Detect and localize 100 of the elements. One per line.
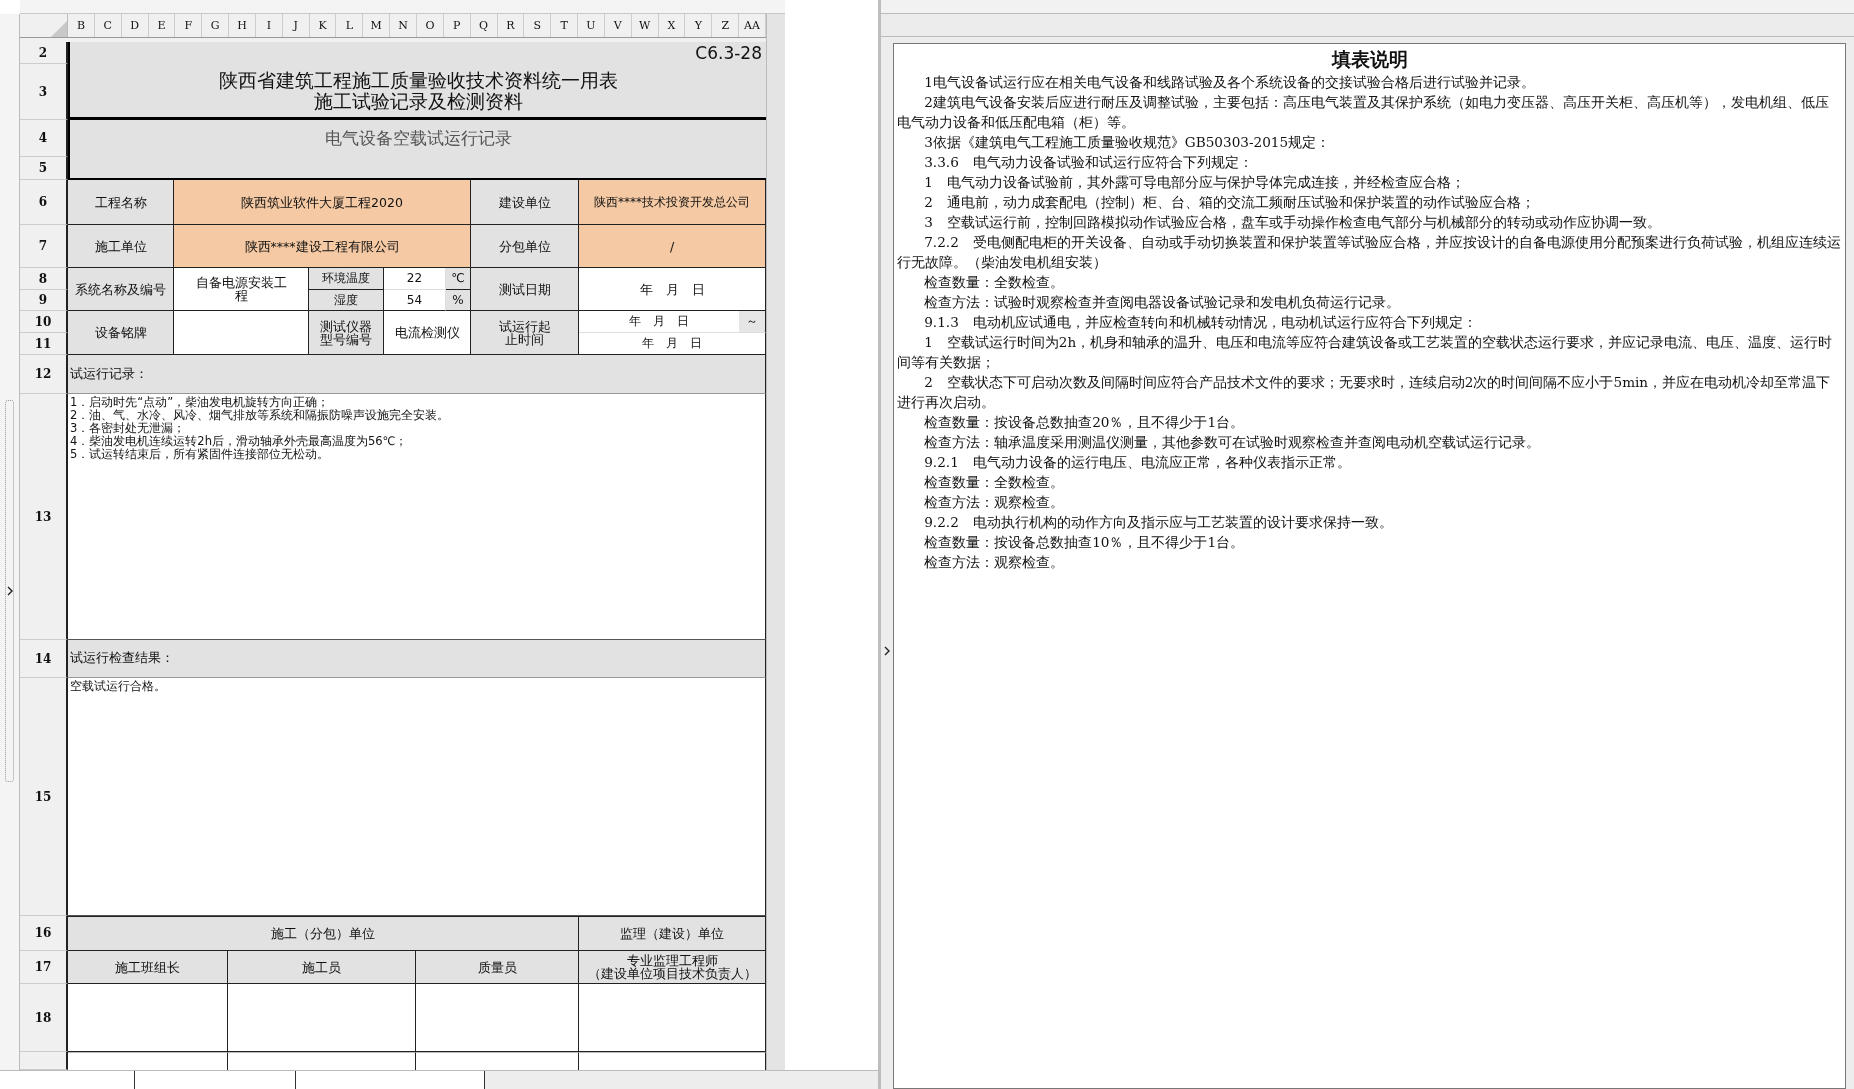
column-header[interactable]: B — [68, 14, 95, 37]
column-header[interactable]: N — [390, 14, 417, 37]
instruction-paragraph: 3 空载试运行前，控制回路模拟动作试验应合格，盘车或手动操作检查电气部分与机械部分的转动或动作应协调一致。 — [923, 213, 1662, 232]
unit-label: ℃ — [446, 268, 471, 290]
section-label: 试运行记录： — [68, 355, 766, 394]
signature-field[interactable] — [416, 984, 579, 1052]
instruction-paragraph: 检查数量：按设备总数抽查20％，且不得少于1台。 — [923, 413, 1246, 432]
field-label: 测试日期 — [471, 268, 579, 311]
system-field[interactable]: 自备电源安装工程 — [174, 268, 309, 311]
field-label: 设备铭牌 — [68, 311, 174, 355]
form-title: 陕西省建筑工程施工质量验收技术资料统一用表 施工试验记录及检测资料 — [68, 64, 766, 120]
field-label: 环境温度 — [309, 268, 384, 290]
project-name-field[interactable]: 陕西筑业软件大厦工程2020 — [174, 180, 471, 225]
row-number[interactable]: 15 — [20, 678, 68, 916]
humidity-field[interactable]: 54 — [384, 290, 446, 311]
column-header[interactable]: G — [202, 14, 230, 37]
splitter-handle[interactable] — [0, 14, 20, 1070]
column-header[interactable]: Y — [685, 14, 713, 37]
field-label: 测试仪器型号编号 — [309, 311, 384, 355]
builder-field[interactable]: 陕西****技术投资开发总公司 — [579, 180, 766, 225]
scrollbar[interactable] — [766, 14, 785, 1070]
row-number[interactable]: 4 — [20, 120, 68, 157]
row-number[interactable]: 14 — [20, 640, 68, 678]
instruction-paragraph: 检查方法：观察检查。 — [923, 553, 1066, 572]
column-heading: 专业监理工程师 （建设单位项目技术负责人） — [579, 951, 766, 984]
chevron-right-icon[interactable] — [6, 586, 13, 596]
column-header[interactable]: D — [121, 14, 149, 37]
row-number[interactable]: 6 — [20, 180, 68, 225]
column-header[interactable]: L — [336, 14, 364, 37]
signature-field[interactable] — [68, 984, 228, 1052]
row-number[interactable]: 3 — [20, 64, 68, 120]
row-number[interactable]: 8 — [20, 268, 68, 290]
column-header[interactable]: F — [175, 14, 203, 37]
nameplate-field[interactable] — [174, 311, 309, 355]
column-header[interactable]: AA — [739, 14, 766, 37]
field-label: 湿度 — [309, 290, 384, 311]
column-heading: 施工员 — [228, 951, 416, 984]
range-separator: ～ — [739, 311, 765, 332]
instruction-paragraph: 检查数量：全数检查。 — [923, 473, 1066, 492]
column-header[interactable]: Q — [470, 14, 498, 37]
column-header[interactable]: Z — [712, 14, 740, 37]
column-header[interactable]: W — [631, 14, 659, 37]
result-text[interactable]: 空载试运行合格。 — [68, 678, 766, 916]
row-number[interactable]: 7 — [20, 225, 68, 268]
signature-field[interactable] — [228, 984, 416, 1052]
row-number[interactable]: 16 — [20, 916, 68, 951]
end-date-field[interactable]: 年 月 日 — [579, 333, 766, 355]
instruction-paragraph: 1 电气动力设备试验前，其外露可导电部分应与保护导体完成连接，并经检查应合格； — [923, 173, 1466, 192]
instrument-field[interactable]: 电流检测仪 — [384, 311, 471, 355]
column-header[interactable]: I — [255, 14, 283, 37]
instruction-paragraph: 检查方法：试验时观察检查并查阅电器设备试验记录和发电机负荷运行记录。 — [923, 293, 1402, 312]
instruction-paragraph: 2建筑电气设备安装后应进行耐压及调整试验，主要包括：高压电气装置及其保护系统（如电力变压器、高压开关柜、高压机等），发电机组、低压电气动力设备和低压配电箱（柜）等。 — [897, 93, 1830, 132]
form-code: C6.3-28 — [68, 42, 766, 64]
contractor-field[interactable]: 陕西****建设工程有限公司 — [174, 225, 471, 268]
row-number[interactable]: 18 — [20, 984, 68, 1052]
unit-label: % — [446, 290, 471, 311]
column-header[interactable]: C — [94, 14, 122, 37]
row-number[interactable]: 11 — [20, 333, 68, 355]
instruction-paragraph: 检查方法：观察检查。 — [923, 493, 1066, 512]
column-header[interactable]: K — [309, 14, 337, 37]
column-header[interactable]: V — [604, 14, 632, 37]
record-text[interactable]: 1．启动时先“点动”，柴油发电机旋转方向正确； 2．油、气、水冷、风冷、烟气排放等系统和隔振防噪声设施完全安装。 3．各密封处无泄漏； 4．柴油发电机连续运转2h后，滑动轴承外壳最高温度为56℃； 5．试运转结束后，所有紧固件连接部位无松动。 — [68, 394, 766, 640]
field-label: 分包单位 — [471, 225, 579, 268]
column-header[interactable]: U — [578, 14, 605, 37]
column-header[interactable]: X — [658, 14, 686, 37]
row-number[interactable]: 5 — [20, 157, 68, 180]
column-heading: 施工（分包）单位 — [68, 916, 579, 951]
test-date-field[interactable]: 年 月 日 — [579, 268, 766, 311]
column-header[interactable]: P — [443, 14, 471, 37]
column-header[interactable]: M — [363, 14, 391, 37]
column-header[interactable]: O — [417, 14, 444, 37]
column-header[interactable]: E — [148, 14, 176, 37]
signature-field[interactable] — [579, 984, 766, 1052]
subcontractor-field[interactable]: / — [579, 225, 766, 268]
row-number[interactable]: 12 — [20, 355, 68, 394]
column-header[interactable]: R — [497, 14, 525, 37]
row-number[interactable]: 13 — [20, 394, 68, 640]
row-number[interactable]: 9 — [20, 290, 68, 311]
temperature-field[interactable]: 22 — [384, 268, 446, 290]
instruction-paragraph: 7.2.2 受电侧配电柜的开关设备、自动或手动切换装置和保护装置等试验应合格，并应按设计的自备电源使用分配预案进行负荷试验，机组应连续运行无故障。（柴油发电机组安装） — [897, 233, 1842, 272]
column-header[interactable]: H — [229, 14, 256, 37]
column-heading: 质量员 — [416, 951, 579, 984]
column-header[interactable]: T — [551, 14, 579, 37]
record-title: 电气设备空载试运行记录 — [68, 120, 766, 157]
field-label: 试运行起止时间 — [471, 311, 579, 355]
row-number[interactable]: 2 — [20, 42, 68, 64]
column-header[interactable]: S — [524, 14, 552, 37]
row-number[interactable]: 17 — [20, 951, 68, 984]
instruction-paragraph: 3.3.6 电气动力设备试验和试运行应符合下列规定： — [923, 153, 1254, 172]
column-header[interactable]: J — [282, 14, 310, 37]
chevron-right-icon[interactable] — [884, 646, 890, 656]
instruction-paragraph: 2 空载状态下可启动次数及间隔时间应符合产品技术文件的要求；无要求时，连续启动2次的时间间隔不应小于5min，并应在电动机冷却至常温下进行再次启动。 — [897, 373, 1832, 412]
row-number[interactable] — [20, 1052, 68, 1070]
instruction-paragraph: 9.2.1 电气动力设备的运行电压、电流应正常，各种仪表指示正常。 — [923, 453, 1352, 472]
column-heading: 施工班组长 — [68, 951, 228, 984]
field-label: 工程名称 — [68, 180, 174, 225]
instruction-paragraph: 9.2.2 电动执行机构的动作方向及指示应与工艺装置的设计要求保持一致。 — [923, 513, 1394, 532]
start-date-field[interactable]: 年 月 日 — [579, 311, 739, 332]
instruction-paragraph: 3依据《建筑电气工程施工质量验收规范》GB50303-2015规定： — [923, 133, 1332, 152]
row-number[interactable]: 10 — [20, 311, 68, 333]
